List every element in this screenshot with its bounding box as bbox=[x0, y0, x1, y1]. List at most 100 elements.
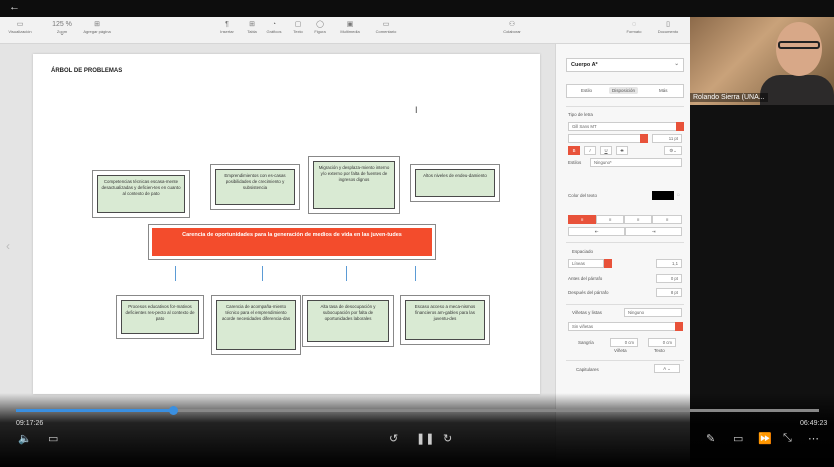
toolbar-zoom-button[interactable]: 125 % ⌄ Zoom bbox=[50, 20, 74, 37]
tab-layout[interactable]: Disposición bbox=[609, 87, 639, 94]
strikethrough-button[interactable]: S bbox=[616, 146, 628, 155]
view-icon: ▭ bbox=[16, 21, 24, 28]
pause-icon[interactable]: ❚❚ bbox=[416, 432, 434, 445]
more-icon[interactable]: ⋯ bbox=[808, 432, 819, 445]
central-problem-box[interactable]: Carencia de oportunidades para la genera… bbox=[149, 225, 435, 259]
screen-icon[interactable]: ▭ bbox=[733, 432, 743, 445]
progress-handle[interactable] bbox=[168, 406, 178, 415]
italic-button[interactable]: I bbox=[584, 146, 596, 155]
cause-box[interactable]: Procesos educativos for-mativos deficien… bbox=[117, 296, 203, 338]
text-color-label: Color del texto bbox=[568, 193, 598, 198]
participant-video[interactable]: Rolando Sierra (UNA... bbox=[690, 17, 834, 105]
format-icon: ◌ bbox=[631, 21, 637, 28]
after-paragraph-field[interactable]: 8 pt bbox=[656, 288, 682, 297]
effect-box[interactable]: Emprendimientos con es-casas posibilidad… bbox=[211, 165, 299, 209]
toolbar-document-button[interactable]: ▯ Documento bbox=[650, 20, 686, 34]
align-left-button[interactable]: ≡ bbox=[568, 215, 596, 224]
paragraph-style-select[interactable]: Cuerpo A* ⌄ bbox=[566, 58, 684, 72]
rewind-icon[interactable]: ↺ bbox=[389, 432, 398, 445]
indent-bullet-caption: Viñeta bbox=[614, 348, 627, 353]
volume-icon[interactable]: 🔈 bbox=[18, 432, 32, 445]
toolbar-collaborate-button[interactable]: ⚇ Colaborar bbox=[497, 20, 527, 34]
connector-line bbox=[346, 266, 347, 281]
bullet-type-dropdown-icon[interactable] bbox=[675, 322, 683, 331]
font-section-label: Tipo de letra bbox=[568, 112, 593, 117]
glasses-shape bbox=[778, 41, 820, 49]
sidebar-tabs: Estilo Disposición Más bbox=[566, 84, 684, 98]
before-paragraph-field[interactable]: 0 pt bbox=[656, 274, 682, 283]
captions-icon[interactable]: ▭ bbox=[48, 432, 58, 445]
spacing-type-select[interactable]: Líneas bbox=[568, 259, 604, 268]
divider bbox=[566, 106, 684, 107]
spacing-value-field[interactable]: 1,1 bbox=[656, 259, 682, 268]
color-wheel-icon[interactable]: ◌ bbox=[677, 192, 680, 197]
tab-style[interactable]: Estilo bbox=[581, 88, 592, 93]
document-page[interactable]: ÁRBOL DE PROBLEMAS I Competencias técnic… bbox=[33, 54, 540, 394]
toolbar-view-button[interactable]: ▭ Visualización bbox=[4, 20, 36, 34]
font-size-field[interactable]: 11 pt bbox=[652, 134, 682, 143]
collaborate-icon: ⚇ bbox=[508, 21, 516, 28]
document-icon: ▯ bbox=[666, 21, 670, 28]
indent-text-caption: Texto bbox=[654, 348, 665, 353]
divider bbox=[566, 360, 684, 361]
char-styles-select[interactable]: Ninguno* bbox=[590, 158, 682, 167]
bullets-select[interactable]: Ninguno bbox=[624, 308, 682, 317]
forward-icon[interactable]: ↻ bbox=[443, 432, 452, 445]
toolbar-add-page-button[interactable]: ⊞ Agregar página bbox=[80, 20, 114, 34]
cause-box[interactable]: Carencia de acompaña-miento técnico para… bbox=[212, 296, 300, 354]
progress-bar[interactable] bbox=[16, 409, 819, 412]
char-styles-label: Estilos bbox=[568, 160, 582, 165]
tab-more[interactable]: Más bbox=[659, 88, 668, 93]
align-center-button[interactable]: ≡ bbox=[596, 215, 624, 224]
font-name-select[interactable]: Gill Sans MT bbox=[568, 122, 680, 131]
indent-text-field[interactable]: 0 cm bbox=[648, 338, 676, 347]
divider bbox=[566, 242, 684, 243]
connector-line bbox=[262, 266, 263, 281]
toolbar-table-button[interactable]: ⊞ Tabla bbox=[243, 20, 261, 34]
toolbar-media-button[interactable]: ▣ Multimedia bbox=[333, 20, 367, 34]
toolbar: ▭ Visualización 125 % ⌄ Zoom ⊞ Agregar pági… bbox=[0, 17, 690, 51]
top-bar: ← bbox=[0, 0, 834, 17]
divider bbox=[566, 304, 684, 305]
justify-button[interactable]: ≡ bbox=[652, 215, 682, 224]
toolbar-text-button[interactable]: ▢ Texto bbox=[289, 20, 307, 34]
back-arrow-icon[interactable]: ← bbox=[9, 1, 20, 13]
text-options-gear-icon[interactable]: ⚙⌄ bbox=[664, 146, 682, 155]
effect-box[interactable]: Migración y desplaza-miento interno y/o … bbox=[309, 157, 399, 213]
effect-box[interactable]: Altos niveles de endeu-damiento bbox=[411, 165, 499, 201]
text-color-swatch[interactable] bbox=[652, 191, 674, 200]
align-right-button[interactable]: ≡ bbox=[624, 215, 652, 224]
font-dropdown-icon[interactable] bbox=[676, 122, 684, 131]
cause-box[interactable]: Alta tasa de desocupación y subocupación… bbox=[303, 296, 393, 346]
toolbar-format-button[interactable]: ◌ Formato bbox=[620, 20, 648, 34]
zoom-value: 125 % ⌄ bbox=[52, 21, 72, 37]
spacing-dropdown-icon[interactable] bbox=[604, 259, 612, 268]
effect-box[interactable]: Competencias técnicas escasa-mente desac… bbox=[93, 171, 189, 217]
toolbar-charts-button[interactable]: ◔ Gráficos bbox=[263, 20, 285, 34]
bullet-type-select[interactable]: Sin viñetas bbox=[568, 322, 682, 331]
spacing-label: Espaciado bbox=[572, 249, 594, 254]
font-style-select[interactable] bbox=[568, 134, 644, 143]
chevron-left-icon[interactable]: ‹ bbox=[6, 239, 10, 253]
text-box-icon: ▢ bbox=[294, 21, 302, 28]
font-style-dropdown-icon[interactable] bbox=[640, 134, 648, 143]
paragraph-icon: ¶ bbox=[225, 21, 229, 28]
cause-box[interactable]: Escaso acceso a meca-nismos financieros … bbox=[401, 296, 489, 344]
underline-button[interactable]: U bbox=[600, 146, 612, 155]
participant-face bbox=[776, 22, 822, 76]
toolbar-shape-button[interactable]: ◯ Figura bbox=[310, 20, 330, 34]
drop-caps-select[interactable]: A ⌄ bbox=[654, 364, 680, 373]
before-paragraph-label: Antes del párrafo bbox=[568, 276, 603, 281]
pen-icon[interactable]: ✎ bbox=[706, 432, 715, 445]
indent-button[interactable]: ⇥ bbox=[625, 227, 682, 236]
outdent-button[interactable]: ⇤ bbox=[568, 227, 625, 236]
connector-line bbox=[415, 266, 416, 281]
text-cursor-icon: I bbox=[415, 105, 418, 115]
toolbar-comment-button[interactable]: ▭ Comentario bbox=[369, 20, 403, 34]
indent-bullet-field[interactable]: 0 cm bbox=[610, 338, 638, 347]
toolbar-insert-button[interactable]: ¶ Insertar bbox=[215, 20, 239, 34]
bold-button[interactable]: B bbox=[568, 146, 580, 155]
exit-fullscreen-icon[interactable]: ⤡ bbox=[783, 432, 792, 445]
speed-icon[interactable]: ⏩ bbox=[758, 432, 772, 445]
player-controls bbox=[0, 393, 834, 467]
